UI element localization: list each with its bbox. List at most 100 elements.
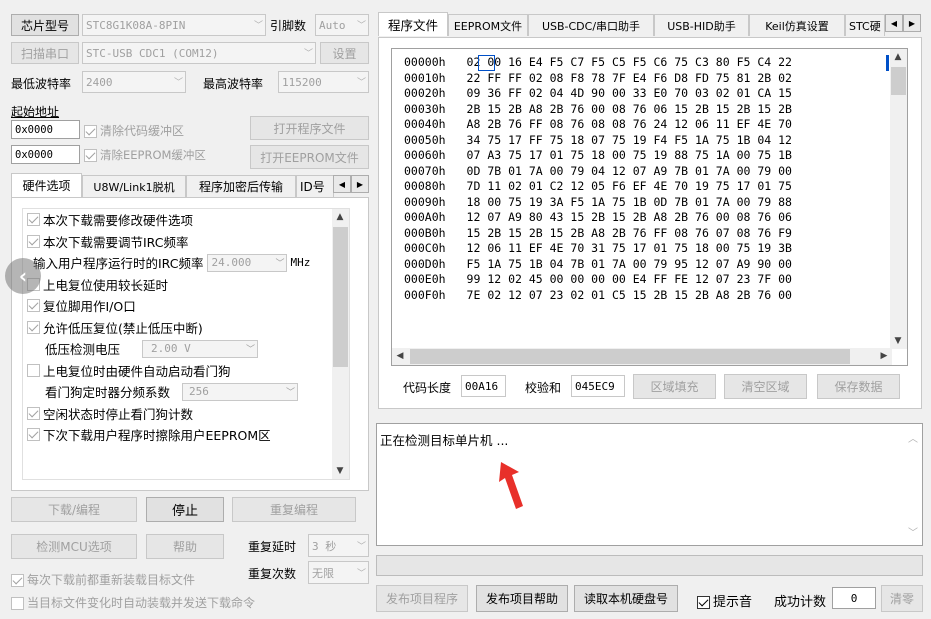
reload-checkbox[interactable]: 每次下载前都重新装载目标文件 [11,571,195,588]
checkbox-icon [697,596,710,609]
scroll-left-icon[interactable]: ◀ [392,348,408,364]
wdt-prescaler-combo[interactable]: 256 ﹀ [182,382,299,401]
hex-row[interactable]: 00010h 22 FF FF 02 08 F8 78 7F E4 F6 D8 F… [404,71,792,87]
option-reset-as-io[interactable]: 复位脚用作I/O口 [27,295,337,317]
tab-stc-hw[interactable]: STC硬 [845,14,885,36]
repeat-count-combo[interactable]: 无限 ﹀ [308,561,369,584]
lvd-voltage-combo[interactable]: 2.00 V ﹀ [142,339,259,358]
option-long-delay[interactable]: 上电复位使用较长延时 [27,274,337,296]
checkbox-icon [84,125,97,138]
scroll-thumb[interactable] [333,227,348,367]
scroll-up-icon[interactable]: ▲ [332,209,348,225]
fill-region-button[interactable]: 区域填充 [633,374,716,399]
hex-row[interactable]: 000D0h F5 1A 75 1B 04 7B 01 7A 00 79 95 1… [404,257,792,273]
hex-row[interactable]: 000E0h 99 12 02 45 00 00 00 00 E4 FF FE 1… [404,272,792,288]
repeat-program-button[interactable]: 重复编程 [232,497,356,522]
tab-usb-cdc[interactable]: USB-CDC/串口助手 [528,14,654,36]
max-baud-combo[interactable]: 115200 ﹀ [278,71,369,93]
option-adjust-irc[interactable]: 本次下载需要调节IRC频率 [27,231,337,253]
tab-u8w-link1[interactable]: U8W/Link1脱机 [82,175,186,197]
tab-scroll-left-icon[interactable]: ◀ [333,175,351,193]
beep-checkbox[interactable]: 提示音 [697,591,752,610]
tab-keil-sim[interactable]: Keil仿真设置 [749,14,845,36]
hex-row[interactable]: 000B0h 15 2B 15 2B 15 2B A8 2B 76 FF 08 7… [404,226,792,242]
eeprom-start-addr-input[interactable]: 0x0000 [11,145,80,164]
clear-code-checkbox[interactable]: 清除代码缓冲区 [84,122,184,139]
option-auto-watchdog[interactable]: 上电复位时由硬件自动启动看门狗 [27,360,337,382]
repeat-delay-label: 重复延时 [248,540,297,554]
scan-port-button[interactable]: 扫描串口 [11,42,79,64]
hex-row[interactable]: 00070h 0D 7B 01 7A 00 79 04 12 07 A9 7B 0… [404,164,792,180]
min-baud-combo[interactable]: 2400 ﹀ [82,71,186,93]
publish-program-button[interactable]: 发布项目程序 [376,585,468,612]
option-idle-stop-wdt[interactable]: 空闲状态时停止看门狗计数 [27,403,337,425]
hex-row[interactable]: 000C0h 12 06 11 EF 4E 70 31 75 17 01 75 1… [404,241,792,257]
hex-row[interactable]: 00050h 34 75 17 FF 75 18 07 75 19 F4 F5 1… [404,133,792,149]
hex-row[interactable]: 000F0h 7E 02 12 07 23 02 01 C5 15 2B 15 2… [404,288,792,304]
stop-button[interactable]: 停止 [146,497,224,522]
hex-bytes: 18 00 75 19 3A F5 1A 75 1B 0D 7B 01 7A 0… [466,194,792,209]
autoload-checkbox[interactable]: 当目标文件变化时自动装载并发送下载命令 [11,594,255,611]
scroll-down-icon[interactable]: ﹀ [908,524,918,539]
code-start-addr-input[interactable]: 0x0000 [11,120,80,139]
hex-row[interactable]: 00000h 02 00 16 E4 F5 C7 F5 C5 F5 C6 75 C… [404,55,792,71]
tab-usb-hid[interactable]: USB-HID助手 [654,14,749,36]
scroll-down-icon[interactable]: ▼ [332,463,348,479]
chevron-down-icon: ﹀ [303,48,313,59]
option-modify-hw[interactable]: 本次下载需要修改硬件选项 [27,209,337,231]
hex-row[interactable]: 00060h 07 A3 75 17 01 75 18 00 75 19 88 7… [404,148,792,164]
hex-hscrollbar[interactable]: ◀ ▶ [392,348,892,365]
hex-row[interactable]: 00040h A8 2B 76 FF 08 76 08 08 76 24 12 0… [404,117,792,133]
hex-vscrollbar[interactable]: ▲ ▼ [890,49,907,349]
open-eeprom-button[interactable]: 打开EEPROM文件 [250,145,369,169]
option-erase-eeprom[interactable]: 下次下载用户程序时擦除用户EEPROM区 [27,424,337,446]
tab-program-file[interactable]: 程序文件 [378,12,448,36]
scroll-right-icon[interactable]: ▶ [876,348,892,364]
options-scrollbar[interactable]: ▲ ▼ [332,209,349,479]
pin-count-combo[interactable]: Auto ﹀ [315,14,369,36]
hex-row[interactable]: 00020h 09 36 FF 02 04 4D 90 00 33 E0 70 0… [404,86,792,102]
hex-editor[interactable]: 00000h 02 00 16 E4 F5 C7 F5 C5 F5 C6 75 C… [391,48,908,366]
hex-row[interactable]: 000A0h 12 07 A9 80 43 15 2B 15 2B A8 2B 7… [404,210,792,226]
repeat-delay-combo[interactable]: 3 秒 ﹀ [308,534,369,557]
tab-encrypted-transfer[interactable]: 程序加密后传输 [186,175,296,197]
port-combo[interactable]: STC-USB CDC1 (COM12) ﹀ [82,42,316,64]
tab-id-number[interactable]: ID号 [296,175,334,197]
clear-region-label: 清空区域 [741,380,790,394]
repeat-program-label: 重复编程 [269,503,318,517]
clear-region-button[interactable]: 清空区域 [724,374,807,399]
detect-mcu-button[interactable]: 检测MCU选项 [11,534,137,559]
scroll-down-icon[interactable]: ▼ [890,333,906,349]
settings-button[interactable]: 设置 [320,42,369,64]
clear-count-button[interactable]: 清零 [881,585,923,612]
scroll-thumb[interactable] [410,349,850,364]
option-low-voltage-reset[interactable]: 允许低压复位(禁止低压中断) [27,317,337,339]
status-log[interactable]: 正在检测目标单片机 ... ︿ ﹀ [376,423,923,546]
scroll-thumb[interactable] [891,67,906,95]
hex-address: 00020h [404,86,446,100]
hex-row[interactable]: 00080h 7D 11 02 01 C2 12 05 F6 EF 4E 70 1… [404,179,792,195]
chip-model-value: STC8G1K08A-8PIN [86,18,186,32]
help-button[interactable]: 帮助 [146,534,224,559]
tab-scroll-right-icon[interactable]: ▶ [351,175,369,193]
irc-freq-combo[interactable]: 24.000 ﹀ [207,253,288,272]
scroll-up-icon[interactable]: ︿ [908,430,918,445]
hex-row[interactable]: 00030h 2B 15 2B A8 2B 76 00 08 76 06 15 2… [404,102,792,118]
save-data-button[interactable]: 保存数据 [817,374,900,399]
tab-scroll-left-icon[interactable]: ◀ [885,14,903,32]
download-button[interactable]: 下载/编程 [11,497,137,522]
read-disk-id-button[interactable]: 读取本机硬盘号 [574,585,678,612]
tab-eeprom-file[interactable]: EEPROM文件 [448,14,528,36]
hex-row[interactable]: 00090h 18 00 75 19 3A F5 1A 75 1B 0D 7B 0… [404,195,792,211]
chevron-down-icon: ﹀ [356,77,366,88]
tab-hardware-options[interactable]: 硬件选项 [11,173,82,197]
publish-help-button[interactable]: 发布项目帮助 [476,585,568,612]
open-program-button[interactable]: 打开程序文件 [250,116,369,140]
chip-model-combo[interactable]: STC8G1K08A-8PIN ﹀ [82,14,266,36]
tab-scroll-right-icon[interactable]: ▶ [903,14,921,32]
clear-eeprom-checkbox[interactable]: 清除EEPROM缓冲区 [84,147,206,163]
chevron-left-icon[interactable]: ‹ [5,258,41,294]
scroll-up-icon[interactable]: ▲ [890,49,906,65]
hex-rows: 00000h 02 00 16 E4 F5 C7 F5 C5 F5 C6 75 C… [404,55,792,303]
chip-model-button[interactable]: 芯片型号 [11,14,79,36]
